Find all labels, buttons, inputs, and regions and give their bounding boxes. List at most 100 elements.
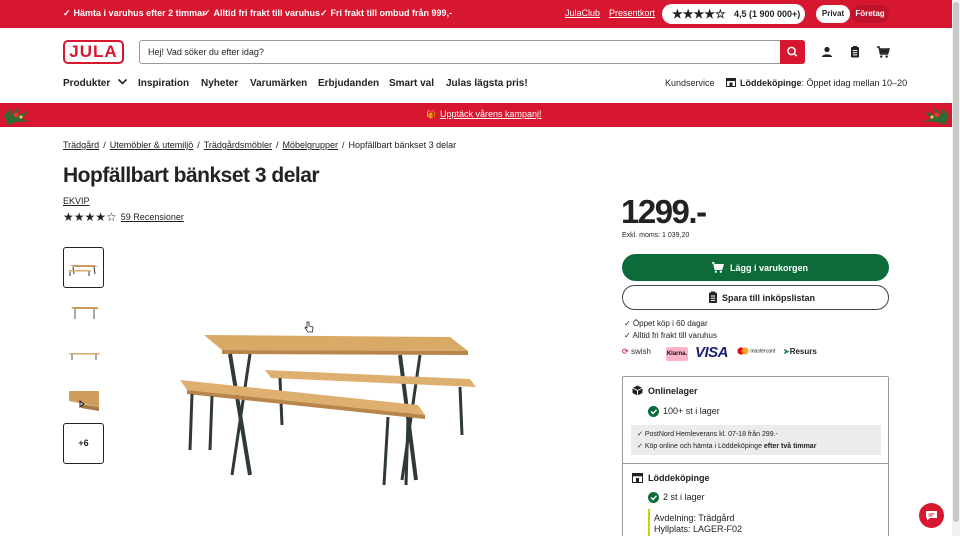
account-icon[interactable]	[820, 45, 834, 59]
rating-stars: ★★★★☆	[672, 7, 726, 21]
swish-logo: ⟳ swish	[622, 347, 651, 356]
nav-news[interactable]: Nyheter	[201, 78, 238, 89]
segment-privat-toggle[interactable]: Privat	[816, 5, 850, 23]
location-marker	[648, 509, 650, 536]
store-department: Avdelning: Trädgård	[654, 513, 735, 523]
nav-products[interactable]: Produkter	[63, 78, 128, 89]
bench-set-thumbnail-image	[68, 265, 98, 276]
store-shelf: Hyllplats: LAGER-F02	[654, 524, 743, 534]
search-bar	[139, 40, 805, 64]
campaign-banner: 🎁 Upptäck vårens kampanj!	[0, 103, 952, 127]
top-promo-bar: ✓ Hämta i varuhus efter 2 timmar ✓ Alltid …	[0, 0, 952, 28]
pine-decoration-icon	[923, 107, 949, 125]
in-stock-icon	[648, 492, 659, 503]
gift-icon: 🎁	[426, 110, 436, 119]
store-name: Löddeköpinge	[740, 78, 802, 88]
usp-item: ✓ Alltid fri frakt till varuhus	[203, 8, 321, 18]
shopping-list-icon	[709, 291, 717, 303]
nav-smart-choice[interactable]: Smart val	[389, 78, 434, 89]
delivery-option: ✓ Köp online och hämta i Löddeköpinge ef…	[637, 443, 817, 450]
divider	[623, 463, 888, 464]
check-icon: ✓	[624, 319, 633, 328]
store-selector[interactable]: Löddeköpinge: Öppet idag mellan 10–20	[726, 78, 907, 88]
check-icon: ✓	[320, 8, 328, 18]
cart-icon[interactable]	[876, 45, 890, 59]
nav-lowest-price[interactable]: Julas lägsta pris!	[446, 78, 528, 89]
breadcrumb-link[interactable]: Utemöbler & utemiljö	[110, 140, 194, 150]
check-icon: ✓	[203, 8, 211, 18]
usp-item: ✓ Fri frakt till ombud från 999,-	[320, 8, 453, 18]
package-icon	[632, 385, 643, 396]
hand-cursor-icon	[304, 321, 314, 333]
resurs-symbol-icon: ➤	[783, 347, 790, 356]
pine-decoration-icon	[4, 107, 30, 125]
mastercard-logo: mastercard	[737, 347, 775, 361]
mastercard-circles-icon	[737, 347, 749, 355]
save-to-list-button[interactable]: Spara till inköpslistan	[622, 285, 889, 310]
search-icon	[787, 46, 798, 57]
search-button[interactable]	[780, 40, 805, 64]
usp-item: ✓ Hämta i varuhus efter 2 timmar	[63, 8, 206, 18]
breadcrumb-current: Hopfällbart bänkset 3 delar	[348, 140, 457, 150]
more-images-button[interactable]: +6	[63, 423, 104, 464]
klarna-logo: Klarna.	[666, 347, 688, 361]
chevron-down-icon	[117, 78, 128, 85]
swish-symbol-icon: ⟳	[622, 347, 629, 356]
product-thumbnail[interactable]	[63, 291, 104, 332]
add-to-cart-button[interactable]: Lägg i varukorgen	[622, 254, 889, 281]
brand-link[interactable]: EKVIP	[63, 196, 90, 206]
breadcrumb: Trädgård / Utemöbler & utemiljö / Trädgårdsm…	[63, 140, 457, 150]
search-input[interactable]	[148, 45, 768, 59]
reviews-link[interactable]: 59 Recensioner	[121, 212, 184, 222]
product-thumbnail[interactable]	[63, 247, 104, 288]
cart-icon	[711, 262, 724, 273]
store-icon	[632, 473, 643, 483]
resurs-logo: ➤Resurs	[783, 347, 817, 356]
customer-service-link[interactable]: Kundservice	[665, 78, 715, 88]
product-title: Hopfällbart bänkset 3 delar	[63, 164, 320, 187]
nav-inspiration[interactable]: Inspiration	[138, 78, 189, 89]
stock-info-box: Onlinelager 100+ st i lager ✓ PostNord H…	[622, 376, 889, 536]
jula-logo[interactable]: JULA	[63, 40, 124, 64]
delivery-info: ✓ PostNord Hemleverans kl. 07-18 från 29…	[631, 425, 881, 455]
campaign-link[interactable]: Upptäck vårens kampanj!	[440, 109, 542, 119]
visa-logo: VISA	[695, 344, 729, 361]
online-stock-title: Onlinelager	[648, 386, 698, 396]
price-ex-vat: Exkl. moms: 1 039,20	[622, 232, 690, 239]
segment-foretag-toggle[interactable]: Företag	[851, 5, 889, 23]
product-thumbnail[interactable]	[63, 379, 104, 420]
store-stock-title: Löddeköpinge	[648, 473, 710, 483]
breadcrumb-link[interactable]: Trädgårdsmöbler	[204, 140, 272, 150]
gift-card-link[interactable]: Presentkort	[609, 8, 655, 18]
perk-item: ✓ Alltid fri frakt till varuhus	[624, 331, 717, 340]
breadcrumb-link[interactable]: Trädgård	[63, 140, 99, 150]
check-icon: ✓	[63, 8, 71, 18]
shopping-list-icon[interactable]	[848, 45, 862, 59]
delivery-option: ✓ PostNord Hemleverans kl. 07-18 från 29…	[637, 431, 778, 438]
chat-icon	[926, 511, 937, 521]
table-thumbnail-image	[71, 307, 99, 319]
rating-stars: ★★★★☆	[63, 210, 117, 224]
product-main-image[interactable]	[170, 315, 490, 490]
rating-score: 4,5 (1 900 000+)	[734, 9, 801, 19]
online-stock-qty: 100+ st i lager	[663, 406, 720, 416]
breadcrumb-link[interactable]: Möbelgrupper	[282, 140, 338, 150]
in-stock-icon	[648, 406, 659, 417]
bench-thumbnail-image	[69, 353, 100, 360]
product-rating: ★★★★☆ 59 Recensioner	[63, 210, 184, 224]
store-rating-badge[interactable]: ★★★★☆ 4,5 (1 900 000+)	[662, 4, 805, 24]
campaign-text: 🎁 Upptäck vårens kampanj!	[426, 109, 542, 119]
julaclub-link[interactable]: JulaClub	[565, 8, 600, 18]
product-thumbnail[interactable]	[63, 335, 104, 376]
store-icon	[726, 78, 736, 87]
page-scrollbar[interactable]	[952, 0, 960, 536]
store-hours: : Öppet idag mellan 10–20	[801, 78, 908, 88]
perk-item: ✓ Öppet köp i 60 dagar	[624, 319, 708, 328]
store-stock-qty: 2 st i lager	[663, 492, 705, 502]
detail-thumbnail-image	[69, 391, 99, 411]
scrollbar-thumb[interactable]	[953, 2, 959, 522]
product-price: 1299.-	[621, 193, 707, 230]
nav-offers[interactable]: Erbjudanden	[318, 78, 379, 89]
nav-brands[interactable]: Varumärken	[250, 78, 307, 89]
chat-button[interactable]	[919, 503, 944, 528]
